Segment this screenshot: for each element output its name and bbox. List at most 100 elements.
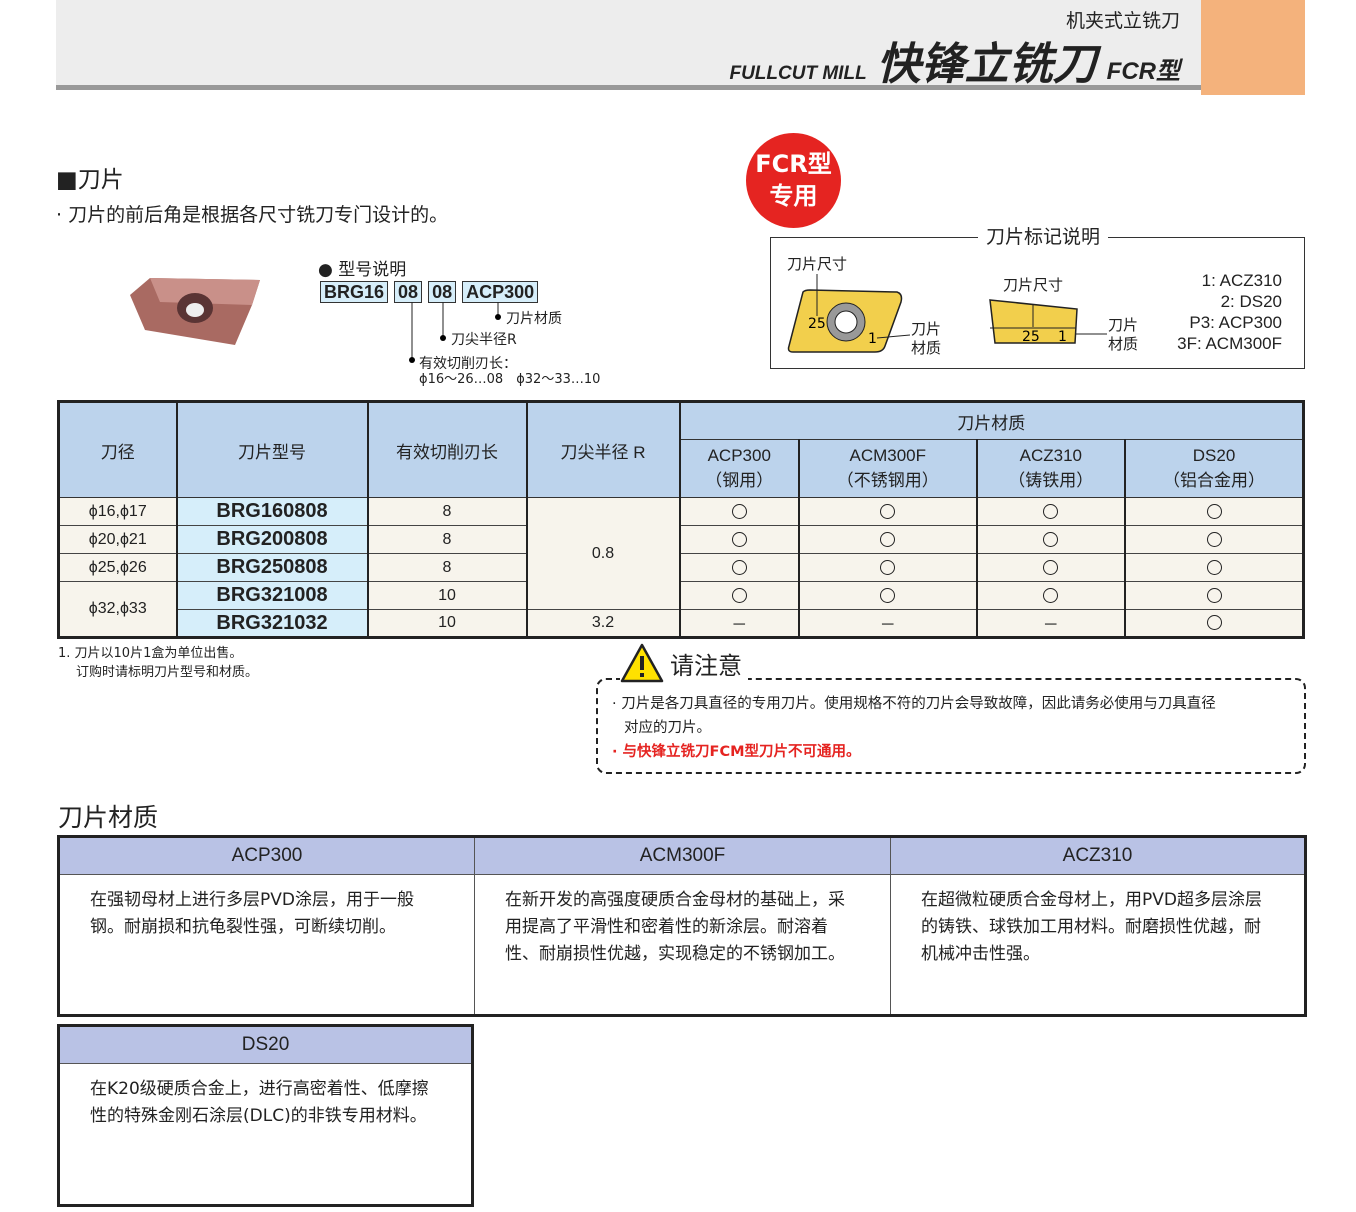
- label-nose-radius: 刀尖半径R: [451, 332, 517, 348]
- materials-heading: 刀片材质: [58, 803, 159, 832]
- page-title: FULLCUT MILL 快锋立铣刀 FCR型: [729, 28, 1180, 92]
- cell-nose-radius: 0.8: [526, 497, 681, 610]
- section-desc: · 刀片的前后角是根据各尺寸铣刀专门设计的。: [56, 204, 449, 226]
- legend-item: 2: DS20: [1220, 292, 1282, 311]
- cell-available: [976, 497, 1127, 526]
- cell-cut-length: 10: [367, 609, 528, 638]
- material-name: DS20: [58, 1025, 473, 1064]
- available-circle-icon: [1206, 587, 1222, 603]
- available-circle-icon: [1043, 531, 1059, 547]
- available-circle-icon: [1206, 503, 1222, 519]
- marking-legend: 1: ACZ310 2: DS20 P3: ACP300 3F: ACM300F: [1172, 270, 1282, 354]
- size-label: 刀片尺寸: [787, 255, 848, 273]
- caution-text: · 刀片是各刀具直径的专用刀片。使用规格不符的刀片会导致故障，因此请务必使用与刀…: [612, 696, 1216, 712]
- caution-box: · 刀片是各刀具直径的专用刀片。使用规格不符的刀片会导致故障，因此请务必使用与刀…: [596, 678, 1306, 774]
- cell-unavailable: －: [679, 609, 800, 638]
- cell-available: [1124, 609, 1305, 638]
- available-circle-icon: [880, 503, 896, 519]
- footnote-line: 订购时请标明刀片型号和材质。: [76, 665, 259, 680]
- code-part: 08: [428, 281, 457, 303]
- caution-warning-text: · 与快锋立铣刀FCM型刀片不可通用。: [612, 744, 861, 760]
- grade-use: （钢用）: [705, 471, 774, 490]
- material-label: 刀片 材质: [911, 320, 941, 358]
- grade-name: ACP300: [707, 446, 771, 465]
- grade-use: （铸铁用）: [1008, 471, 1094, 490]
- cell-available: [679, 497, 800, 526]
- footnote: 1. 刀片以10片1盒为单位出售。 订购时请标明刀片型号和材质。: [58, 644, 258, 682]
- cell-cut-length: 8: [367, 525, 528, 554]
- table-row: ϕ16,ϕ17 BRG160808 8 0.8: [58, 497, 1305, 610]
- code-part: 08: [394, 281, 423, 303]
- available-circle-icon: [731, 531, 747, 547]
- legend-item: P3: ACP300: [1189, 313, 1282, 332]
- col-model: 刀片型号: [176, 401, 369, 498]
- table-row: ϕ25,ϕ26 BRG250808 8: [58, 553, 1305, 582]
- insert-side-diagram: 25 1: [989, 299, 1107, 345]
- cell-model: BRG321032: [176, 609, 369, 638]
- material-value: 1: [1058, 329, 1067, 345]
- grade-header: ACP300 （钢用）: [679, 439, 800, 498]
- caution-heading: 请注意: [670, 651, 742, 680]
- model-explain-title: ● 型号说明: [318, 260, 407, 280]
- material-name: ACP300: [58, 836, 475, 875]
- caution-title: 请注意: [620, 643, 748, 683]
- table-row: ϕ32,ϕ33 BRG321008 10: [58, 581, 1305, 638]
- title-en: FULLCUT MILL: [729, 63, 867, 84]
- available-circle-icon: [1043, 559, 1059, 575]
- code-part: ACP300: [462, 281, 539, 303]
- available-circle-icon: [880, 587, 896, 603]
- badge-line: FCR型: [755, 150, 832, 178]
- cell-available: [1124, 553, 1305, 582]
- cell-diameter: ϕ32,ϕ33: [58, 581, 178, 638]
- cut-length-values: ϕ16〜26…08 ϕ32〜33…10: [419, 372, 601, 387]
- grade-use: （不锈钢用）: [836, 471, 939, 490]
- insert-photo: [130, 278, 260, 345]
- col-cut-length: 有效切削刃长: [367, 401, 528, 498]
- text: 刀片: [911, 320, 942, 338]
- cell-diameter: ϕ20,ϕ21: [58, 525, 178, 554]
- section-heading: ■刀片: [56, 167, 124, 193]
- spec-table: 刀径 刀片型号 有效切削刃长 刀尖半径 R 刀片材质 ACP300 （钢用） AC…: [57, 400, 1305, 639]
- available-circle-icon: [880, 531, 896, 547]
- code-part: BRG16: [320, 281, 389, 303]
- title-type: FCR型: [1106, 58, 1180, 85]
- footnote-line: 1. 刀片以10片1盒为单位出售。: [58, 646, 243, 661]
- cell-available: [679, 525, 800, 554]
- cell-unavailable: －: [798, 609, 978, 638]
- materials-table: ACP300 ACM300F ACZ310 在强韧母材上进行多层PVD涂层，用于一般…: [57, 835, 1307, 1017]
- cell-diameter: ϕ25,ϕ26: [58, 553, 178, 582]
- text: 材质: [911, 339, 942, 357]
- material-desc: 在新开发的高强度硬质合金母材的基础上，采用提高了平滑性和密着性的新涂层。耐溶着性…: [474, 874, 891, 1016]
- material-name: ACM300F: [474, 836, 891, 875]
- cell-model: BRG200808: [176, 525, 369, 554]
- cell-available: [1124, 581, 1305, 610]
- model-code: BRG16 08 08 ACP300: [320, 281, 544, 303]
- grade-name: ACM300F: [849, 446, 927, 465]
- grade-name: DS20: [1192, 446, 1236, 465]
- badge-line: 专用: [769, 182, 818, 210]
- col-material: 刀片材质: [679, 401, 1305, 440]
- cell-available: [1124, 525, 1305, 554]
- grade-name: ACZ310: [1019, 446, 1082, 465]
- fcr-only-badge: FCR型专用: [746, 133, 841, 228]
- material-label-side: 刀片 材质: [1108, 316, 1138, 354]
- size-value: 25: [808, 316, 826, 332]
- col-nose-radius: 刀尖半径 R: [526, 401, 681, 498]
- available-circle-icon: [880, 559, 896, 575]
- available-circle-icon: [1043, 503, 1059, 519]
- cell-model: BRG321008: [176, 581, 369, 610]
- grade-header: ACM300F （不锈钢用）: [798, 439, 978, 498]
- table-row: ϕ20,ϕ21 BRG200808 8: [58, 525, 1305, 554]
- material-desc: 在K20级硬质合金上，进行高密着性、低摩擦性的特殊金刚石涂层(DLC)的非铁专用…: [58, 1063, 473, 1206]
- size-value: 25: [1022, 329, 1040, 345]
- available-circle-icon: [1043, 587, 1059, 603]
- size-label-side: 刀片尺寸: [1003, 276, 1064, 294]
- col-diameter: 刀径: [58, 401, 178, 498]
- cell-cut-length: 10: [367, 581, 528, 610]
- cell-available: [976, 581, 1127, 610]
- cell-diameter: ϕ16,ϕ17: [58, 497, 178, 526]
- header-accent: [1201, 0, 1305, 95]
- cell-cut-length: 8: [367, 553, 528, 582]
- table-row: BRG321032 10 3.2 －－－: [59, 609, 1305, 638]
- title-cn: 快锋立铣刀: [876, 39, 1097, 90]
